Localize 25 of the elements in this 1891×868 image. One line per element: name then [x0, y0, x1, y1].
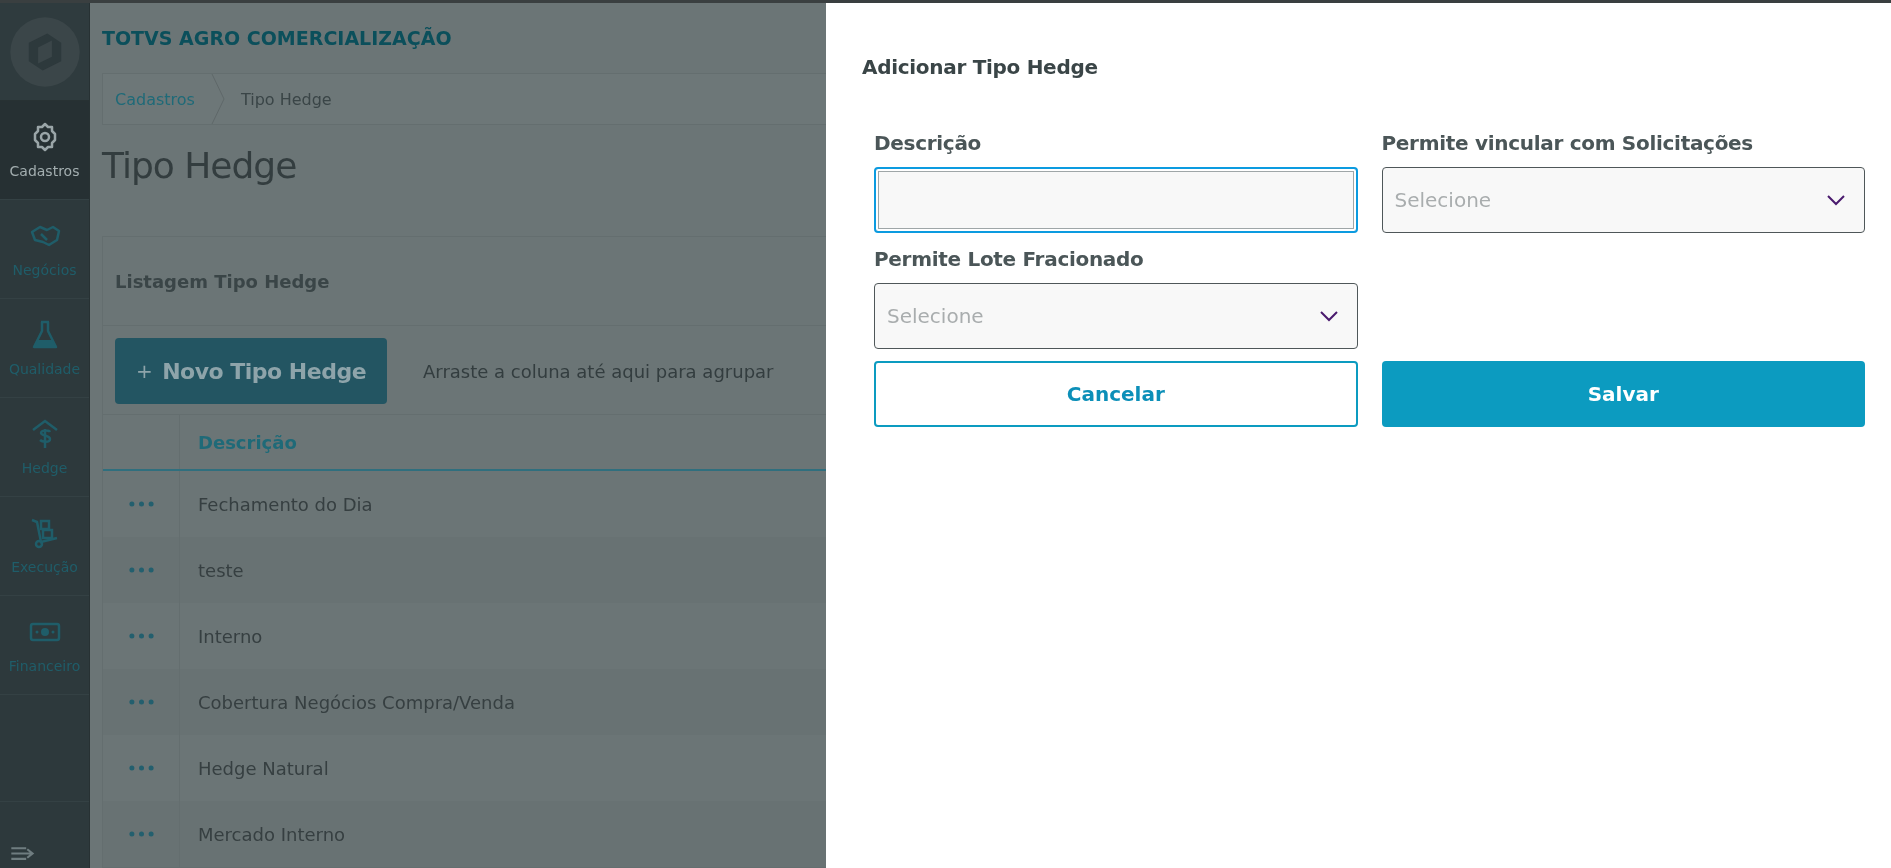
- collapse-menu-icon[interactable]: [10, 845, 36, 862]
- cancel-button[interactable]: Cancelar: [874, 361, 1358, 427]
- column-header[interactable]: Descrição: [180, 415, 297, 469]
- more-options-icon[interactable]: [128, 699, 154, 705]
- more-options-icon[interactable]: [128, 501, 154, 507]
- more-options-icon[interactable]: [128, 633, 154, 639]
- panel-title: Adicionar Tipo Hedge: [862, 55, 1099, 79]
- chevron-down-icon: [1826, 194, 1846, 206]
- field-label: Permite Lote Fracionado: [874, 247, 1145, 271]
- select-dropdown[interactable]: Selecione: [1381, 167, 1865, 233]
- more-options-icon[interactable]: [128, 567, 154, 573]
- more-options-icon[interactable]: [128, 765, 154, 771]
- group-hint: Arraste a coluna até aqui para agrupar: [423, 360, 774, 382]
- save-button[interactable]: Salvar: [1381, 361, 1865, 427]
- app-title: TOTVS AGRO COMERCIALIZAÇÃO: [102, 26, 453, 51]
- chevron-down-icon: [1318, 310, 1339, 322]
- new-button[interactable]: + Novo Tipo Hedge: [115, 338, 387, 404]
- select-dropdown[interactable]: Selecione: [874, 283, 1358, 349]
- field-label: Descrição: [874, 131, 983, 155]
- text-input[interactable]: [874, 167, 1358, 233]
- page-title: Tipo Hedge: [102, 145, 298, 186]
- more-options-icon[interactable]: [128, 831, 154, 837]
- sidebar-item[interactable]: Cadastros: [0, 101, 89, 200]
- breadcrumb-link[interactable]: Cadastros: [115, 89, 195, 109]
- field-label: Permite vincular com Solicitações: [1381, 131, 1754, 155]
